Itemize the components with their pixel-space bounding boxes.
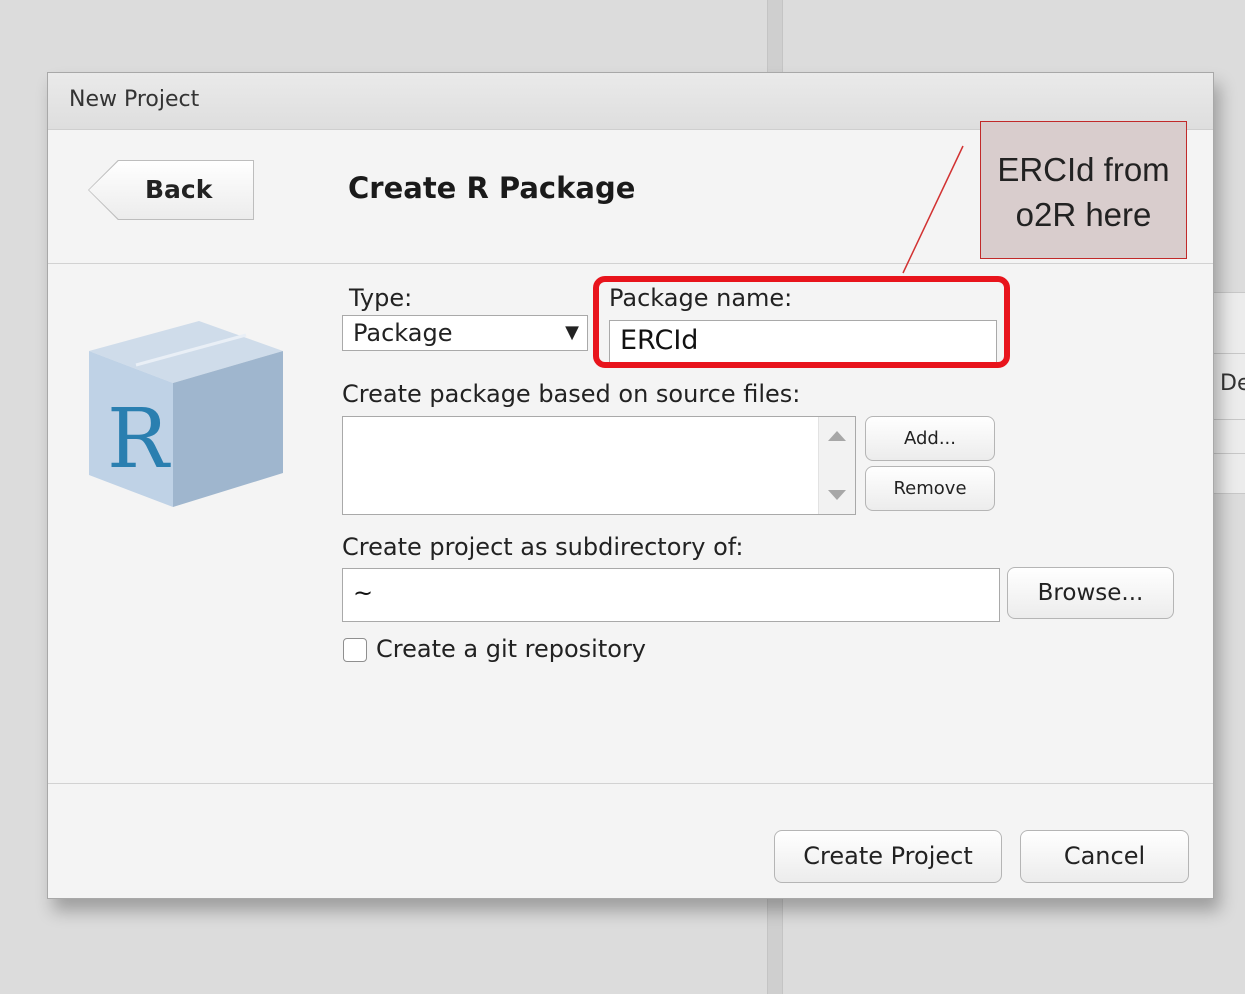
background-text-fragment: De xyxy=(1220,371,1245,396)
browse-button-label: Browse... xyxy=(1037,580,1144,606)
back-button-label: Back xyxy=(145,175,213,204)
page-title: Create R Package xyxy=(348,171,636,205)
subdirectory-input[interactable]: ~ xyxy=(342,568,1000,622)
subdirectory-label: Create project as subdirectory of: xyxy=(342,533,744,561)
background-pane: De xyxy=(1212,292,1245,494)
cancel-button[interactable]: Cancel xyxy=(1020,830,1189,883)
git-repository-label: Create a git repository xyxy=(376,635,647,663)
annotation-callout: ERCId from o2R here xyxy=(980,121,1187,259)
source-files-list[interactable] xyxy=(342,416,856,515)
dropdown-arrow-icon: ▼ xyxy=(565,322,579,343)
dialog-title: New Project xyxy=(69,87,200,112)
package-name-highlight xyxy=(593,276,1010,368)
create-project-button-label: Create Project xyxy=(803,842,973,870)
remove-file-button[interactable]: Remove xyxy=(865,466,995,511)
create-project-button[interactable]: Create Project xyxy=(774,830,1002,883)
footer-divider xyxy=(48,783,1213,784)
type-label: Type: xyxy=(349,284,413,312)
background-splitter-bottom xyxy=(767,897,783,994)
git-repository-checkbox[interactable] xyxy=(343,638,367,662)
cancel-button-label: Cancel xyxy=(1063,842,1146,870)
type-select[interactable]: Package ▼ xyxy=(342,315,588,351)
callout-line-1: ERCId from xyxy=(997,151,1170,188)
background-splitter-top xyxy=(767,0,783,72)
remove-file-button-label: Remove xyxy=(893,478,967,499)
header-divider xyxy=(48,263,1213,264)
source-files-label: Create package based on source files: xyxy=(342,380,801,408)
subdirectory-value: ~ xyxy=(353,579,374,607)
add-file-button-label: Add... xyxy=(903,428,956,449)
add-file-button[interactable]: Add... xyxy=(865,416,995,461)
back-button[interactable]: Back xyxy=(89,161,253,219)
r-package-box-icon: R xyxy=(89,321,283,507)
type-select-value: Package xyxy=(353,319,453,347)
scroll-down-icon[interactable] xyxy=(828,490,846,500)
scroll-up-icon[interactable] xyxy=(828,431,846,441)
source-files-scrollbar[interactable] xyxy=(818,417,855,514)
svg-text:R: R xyxy=(107,392,171,487)
callout-line-2: o2R here xyxy=(1015,196,1152,233)
browse-button[interactable]: Browse... xyxy=(1007,567,1174,619)
